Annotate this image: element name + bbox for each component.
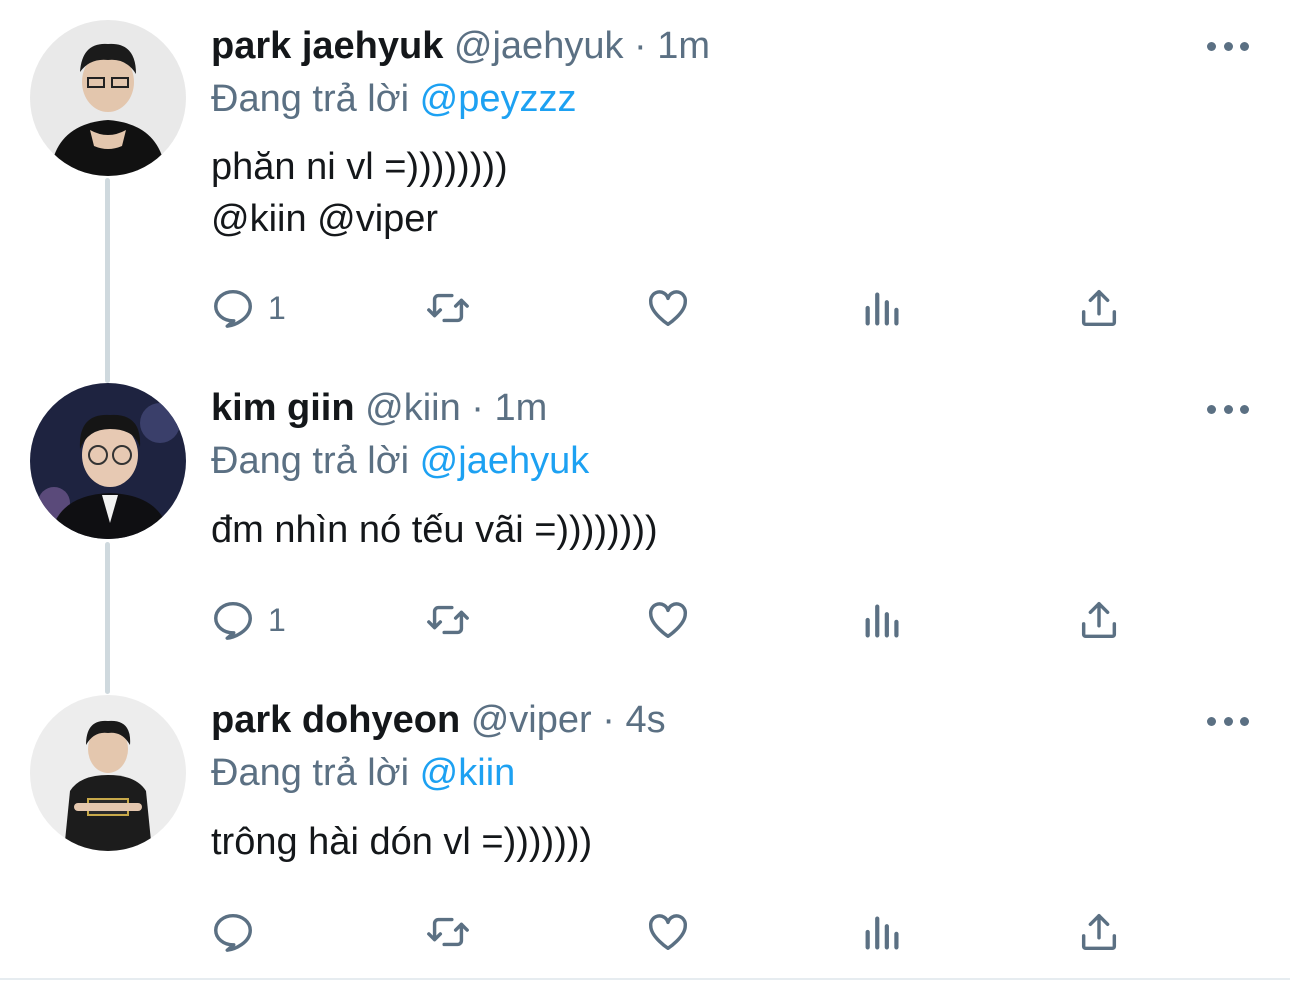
tweet-actions xyxy=(210,907,1130,957)
display-name[interactable]: park dohyeon xyxy=(211,699,460,741)
more-icon-dot xyxy=(1223,404,1233,414)
like-button[interactable] xyxy=(645,283,691,333)
more-icon xyxy=(1207,404,1216,414)
retweet-icon xyxy=(427,293,469,323)
reply-count: 1 xyxy=(268,289,286,326)
more-icon xyxy=(1207,716,1216,726)
timestamp[interactable]: 4s xyxy=(625,699,665,741)
replying-to-mention[interactable]: @jaehyuk xyxy=(420,440,590,482)
more-icon-dot xyxy=(1240,41,1249,51)
user-handle[interactable]: @viper xyxy=(471,699,592,741)
retweet-icon xyxy=(427,605,469,635)
separator: · xyxy=(634,25,647,67)
thread-connector xyxy=(105,542,110,694)
more-icon-dot xyxy=(1223,716,1233,726)
separator: · xyxy=(602,699,615,741)
like-button[interactable] xyxy=(645,907,691,957)
tweet-actions: 1 xyxy=(210,595,1130,645)
replying-to-label: Đang trả lời xyxy=(211,752,410,794)
like-icon xyxy=(649,290,687,327)
replying-to-label: Đang trả lời xyxy=(211,78,410,120)
reply-button[interactable]: 1 xyxy=(210,595,286,645)
retweet-button[interactable] xyxy=(425,595,471,645)
reply-count: 1 xyxy=(268,601,286,638)
timestamp[interactable]: 1m xyxy=(657,25,710,67)
more-options-button[interactable] xyxy=(1207,713,1249,729)
like-icon xyxy=(649,602,687,639)
timestamp[interactable]: 1m xyxy=(495,387,548,429)
analytics-icon xyxy=(865,604,899,638)
retweet-icon xyxy=(427,917,469,947)
more-icon-dot xyxy=(1240,404,1249,414)
replying-to: Đang trả lời @peyzzz xyxy=(211,76,577,122)
like-button[interactable] xyxy=(645,595,691,645)
analytics-button[interactable] xyxy=(860,595,906,645)
more-icon-dot xyxy=(1223,41,1233,51)
divider xyxy=(0,978,1290,980)
avatar-image xyxy=(30,20,186,176)
replying-to-mention[interactable]: @peyzzz xyxy=(420,78,577,120)
analytics-icon xyxy=(865,292,899,326)
like-icon xyxy=(649,914,687,951)
replying-to: Đang trả lời @jaehyuk xyxy=(211,438,589,484)
reply-icon xyxy=(214,289,252,328)
tweet-actions: 1 xyxy=(210,283,1130,333)
analytics-icon xyxy=(865,916,899,950)
share-button[interactable] xyxy=(1076,595,1122,645)
more-options-button[interactable] xyxy=(1207,401,1249,417)
share-icon xyxy=(1081,601,1117,639)
retweet-button[interactable] xyxy=(425,283,471,333)
more-options-button[interactable] xyxy=(1207,38,1249,54)
display-name[interactable]: park jaehyuk xyxy=(211,25,443,67)
replying-to: Đang trả lời @kiin xyxy=(211,750,515,796)
analytics-button[interactable] xyxy=(860,907,906,957)
separator: · xyxy=(471,387,484,429)
retweet-button[interactable] xyxy=(425,907,471,957)
avatar[interactable] xyxy=(30,20,186,176)
analytics-button[interactable] xyxy=(860,283,906,333)
tweet-header: park dohyeon @viper · 4s xyxy=(211,697,666,743)
tweet-header: kim giin @kiin · 1m xyxy=(211,385,547,431)
share-button[interactable] xyxy=(1076,907,1122,957)
more-icon-dot xyxy=(1240,716,1249,726)
more-icon xyxy=(1207,41,1216,51)
avatar[interactable] xyxy=(30,695,186,851)
avatar-image xyxy=(30,383,186,539)
replying-to-label: Đang trả lời xyxy=(211,440,410,482)
reply-button[interactable]: 1 xyxy=(210,283,286,333)
tweet-text: trông hài dón vl =))))))) xyxy=(211,821,593,863)
reply-button[interactable] xyxy=(210,907,268,957)
tweet-mentions[interactable]: @kiin @viper xyxy=(211,193,438,245)
share-button[interactable] xyxy=(1076,283,1122,333)
tweet-text: phăn ni vl =)))))))) xyxy=(211,146,508,188)
reply-icon xyxy=(214,601,252,640)
avatar[interactable] xyxy=(30,383,186,539)
thread-connector xyxy=(105,178,110,383)
tweet-header: park jaehyuk @jaehyuk · 1m xyxy=(211,23,710,69)
tweet-text: đm nhìn nó tếu vãi =)))))))) xyxy=(211,509,658,551)
share-icon xyxy=(1081,913,1117,951)
user-handle[interactable]: @jaehyuk xyxy=(454,25,624,67)
display-name[interactable]: kim giin xyxy=(211,387,355,429)
share-icon xyxy=(1081,289,1117,327)
user-handle[interactable]: @kiin xyxy=(365,387,461,429)
replying-to-mention[interactable]: @kiin xyxy=(420,752,516,794)
reply-icon xyxy=(214,913,252,952)
avatar-image xyxy=(30,695,186,851)
